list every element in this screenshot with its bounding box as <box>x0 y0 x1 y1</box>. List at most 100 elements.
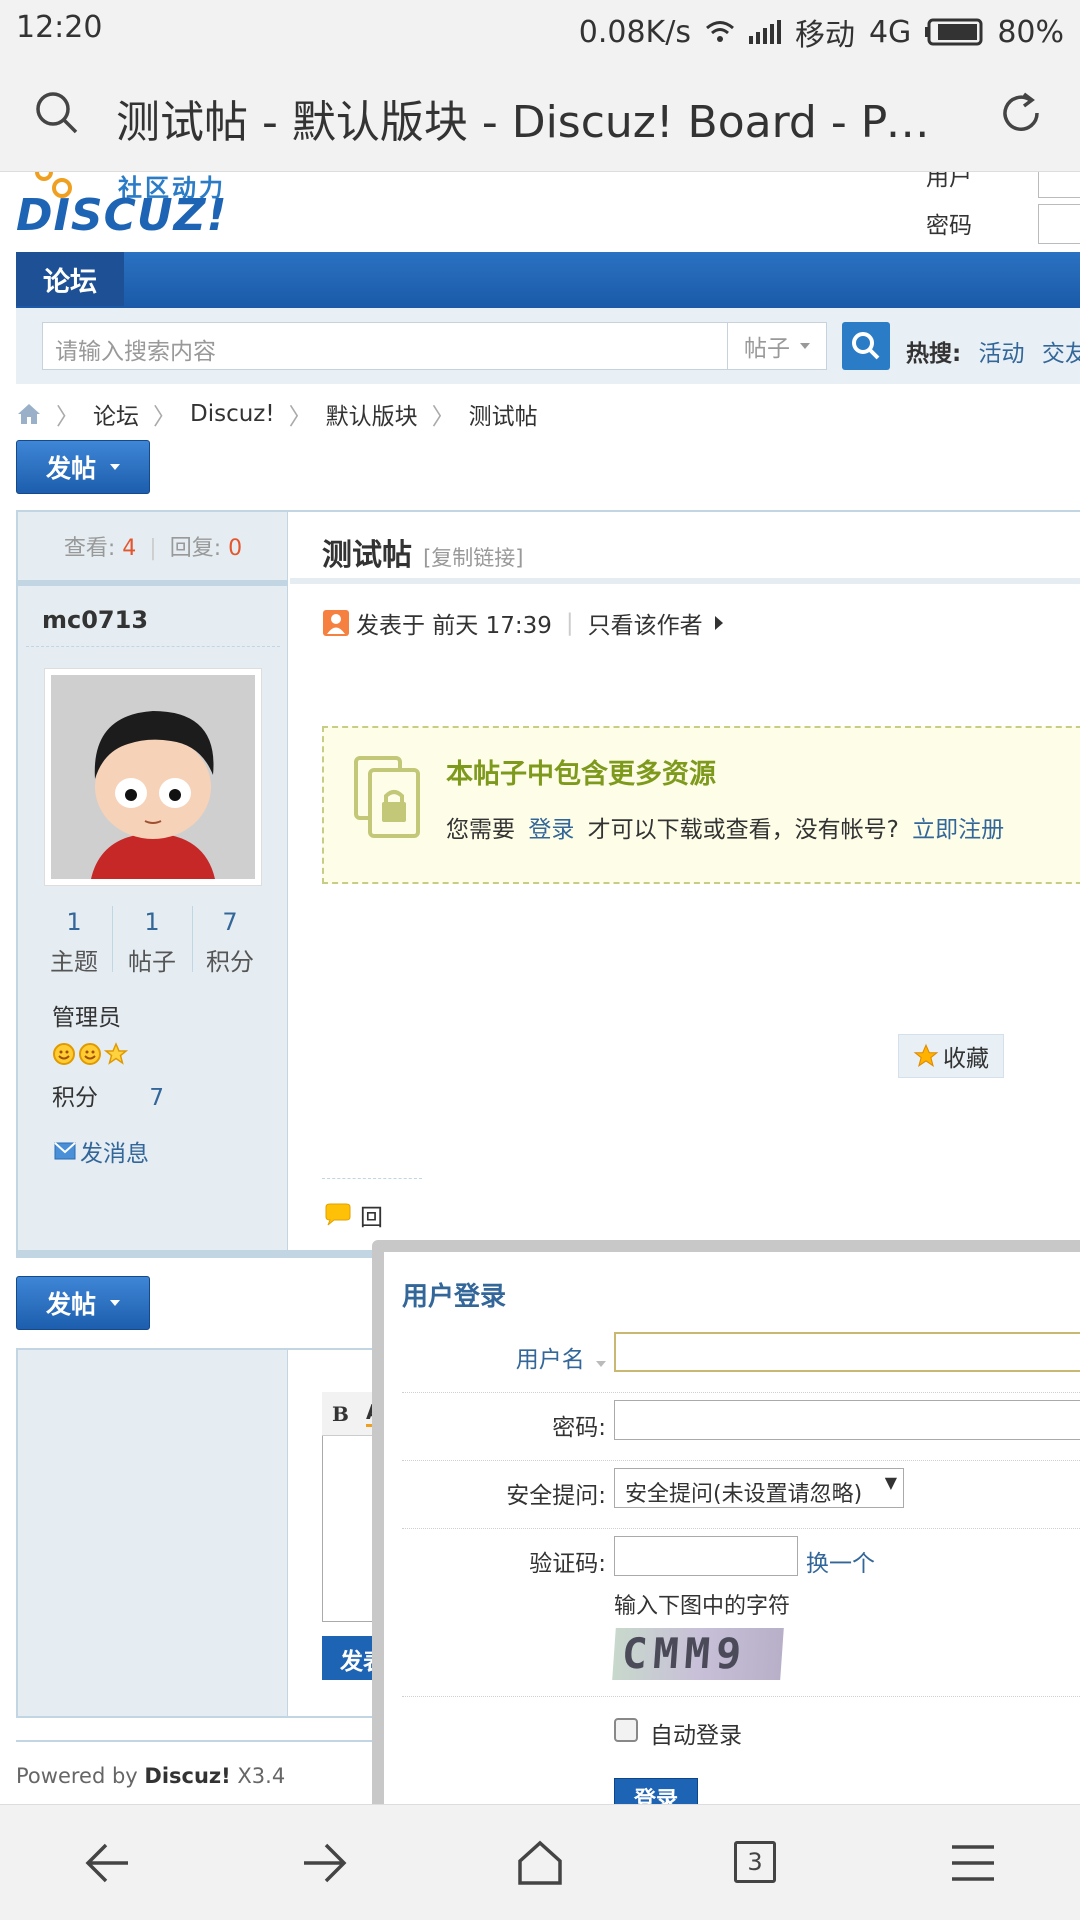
bold-button[interactable]: B <box>332 1402 349 1426</box>
captcha-image[interactable]: CMM9 <box>612 1628 784 1680</box>
search-placeholder: 请输入搜索内容 <box>55 339 216 365</box>
breadcrumb-item[interactable]: Discuz! <box>190 401 275 427</box>
breadcrumb-separator: 〉 <box>431 404 455 430</box>
only-author-link[interactable]: 只看该作者 <box>588 606 703 640</box>
chevron-down-icon <box>596 1361 606 1367</box>
new-post-label: 发帖 <box>45 1290 96 1319</box>
nav-tab-forum[interactable]: 论坛 <box>16 252 124 306</box>
main-nav-bar <box>16 252 1080 308</box>
locked-heading: 本帖子中包含更多资源 <box>446 759 716 790</box>
login-username-input[interactable] <box>614 1332 1080 1372</box>
replies-label: 回复: <box>169 536 222 561</box>
row-separator <box>402 1460 1080 1461</box>
replies-count: 0 <box>228 536 243 561</box>
home-icon[interactable] <box>516 1839 564 1887</box>
network-type: 4G <box>868 14 912 50</box>
footer-powered: Powered by Discuz! X3.4 <box>16 1764 285 1788</box>
chevron-right-icon <box>714 616 723 630</box>
page-title-url[interactable]: 测试帖 - 默认版块 - Discuz! Board - Pow… <box>116 86 946 150</box>
menu-icon[interactable] <box>950 1843 996 1883</box>
hot-search: 热搜: 活动 交友 <box>906 334 1080 368</box>
new-post-button[interactable]: 发帖 <box>16 440 150 494</box>
forward-arrow-icon[interactable] <box>300 1841 348 1885</box>
login-question-select[interactable]: 安全提问(未设置请忽略) ▼ <box>614 1468 904 1508</box>
row-separator <box>402 1392 1080 1393</box>
hot-search-item[interactable]: 交友 <box>1042 341 1080 367</box>
locked-file-icon <box>354 756 420 838</box>
breadcrumb-separator: 〉 <box>153 404 176 430</box>
copy-link[interactable]: [复制链接] <box>423 546 523 570</box>
author-name[interactable]: mc0713 <box>42 606 148 634</box>
rank-star-icon <box>104 1042 128 1065</box>
header-password-input[interactable] <box>1038 204 1080 244</box>
powered-brand[interactable]: Discuz! <box>144 1764 230 1788</box>
stat-value: 1 <box>66 908 82 936</box>
login-username-label[interactable]: 用户名 <box>384 1340 606 1374</box>
search-type-select[interactable]: 帖子 <box>727 322 827 370</box>
login-password-input[interactable] <box>614 1400 1080 1440</box>
send-message-link[interactable]: 发消息 <box>54 1134 149 1168</box>
chevron-down-icon <box>110 1300 120 1306</box>
search-input[interactable]: 请输入搜索内容 <box>42 322 728 370</box>
tabs-count-button[interactable]: 3 <box>734 1841 776 1883</box>
login-question-label: 安全提问: <box>506 1483 606 1509</box>
chevron-down-icon <box>110 464 120 470</box>
breadcrumb-item[interactable]: 测试帖 <box>469 397 538 431</box>
signal-icon <box>748 20 781 44</box>
breadcrumb-item[interactable]: 默认版块 <box>326 397 418 431</box>
browser-address-bar: 测试帖 - 默认版块 - Discuz! Board - Pow… <box>0 56 1080 172</box>
status-indicators: 0.08K/s 移动 4G 80% <box>579 10 1064 54</box>
author-stat-credits[interactable]: 7 积分 <box>190 908 270 977</box>
chevron-down-icon <box>800 343 810 349</box>
login-captcha-input[interactable] <box>614 1536 798 1576</box>
favorite-label: 收藏 <box>943 1046 989 1072</box>
login-submit-button[interactable]: 登录 <box>614 1778 698 1804</box>
author-stat-posts[interactable]: 1 帖子 <box>112 908 192 977</box>
reply-bubble-icon <box>325 1203 351 1226</box>
header-username-label: 用户 <box>926 172 972 191</box>
star-icon <box>913 1043 939 1068</box>
thread-stats: 查看: 4 | 回复: 0 <box>18 530 288 562</box>
remember-checkbox[interactable] <box>614 1718 638 1742</box>
avatar[interactable] <box>44 668 262 886</box>
search-icon[interactable] <box>34 90 80 136</box>
breadcrumb-item[interactable]: 论坛 <box>93 397 139 431</box>
favorite-button[interactable]: 收藏 <box>898 1034 1004 1078</box>
locked-login-link[interactable]: 登录 <box>528 817 574 843</box>
credit-value[interactable]: 7 <box>149 1085 164 1111</box>
stat-label: 帖子 <box>128 948 176 976</box>
author-group[interactable]: 管理员 <box>52 998 121 1032</box>
header-username-input[interactable] <box>1038 172 1080 198</box>
views-label: 查看: <box>63 536 116 561</box>
captcha-hint: 输入下图中的字符 <box>614 1594 791 1619</box>
envelope-icon <box>54 1142 76 1160</box>
stat-label: 积分 <box>206 948 254 976</box>
credit-label: 积分 <box>52 1085 98 1111</box>
remember-label[interactable]: 自动登录 <box>650 1716 742 1750</box>
reply-action[interactable]: 回 <box>324 1198 383 1232</box>
browser-bottom-nav: 3 <box>0 1804 1080 1920</box>
home-icon[interactable] <box>16 402 42 426</box>
captcha-refresh-link[interactable]: 换一个 <box>806 1544 875 1578</box>
locked-text: 您需要 登录 才可以下载或查看，没有帐号? 立即注册 <box>446 810 1004 844</box>
locked-register-link[interactable]: 立即注册 <box>912 817 1004 843</box>
meta-separator: | <box>565 610 574 636</box>
title-divider <box>290 578 1080 584</box>
search-submit-button[interactable] <box>842 322 890 370</box>
views-count: 4 <box>122 536 137 561</box>
breadcrumb-separator: 〉 <box>288 404 312 430</box>
new-post-button-bottom[interactable]: 发帖 <box>16 1276 150 1330</box>
hot-search-item[interactable]: 活动 <box>979 341 1025 367</box>
status-bar: 12:20 0.08K/s 移动 4G 80% <box>0 0 1080 56</box>
powered-prefix: Powered by <box>16 1764 145 1788</box>
back-arrow-icon[interactable] <box>84 1841 132 1885</box>
web-page: 社区动力 DISCUZ! 用户 密码 论坛 请输入搜索内容 帖子 热搜: 活动 … <box>0 172 1080 1804</box>
post-meta: 发表于 前天 17:39 | 只看该作者 <box>322 606 723 640</box>
chevron-down-icon: ▼ <box>884 1473 897 1492</box>
powered-version: X3.4 <box>230 1764 286 1788</box>
status-time: 12:20 <box>16 10 103 45</box>
stats-separator: | <box>149 536 157 561</box>
refresh-icon[interactable] <box>998 90 1044 136</box>
author-stat-threads[interactable]: 1 主题 <box>34 908 114 977</box>
discuz-logo[interactable]: DISCUZ! <box>16 190 228 241</box>
